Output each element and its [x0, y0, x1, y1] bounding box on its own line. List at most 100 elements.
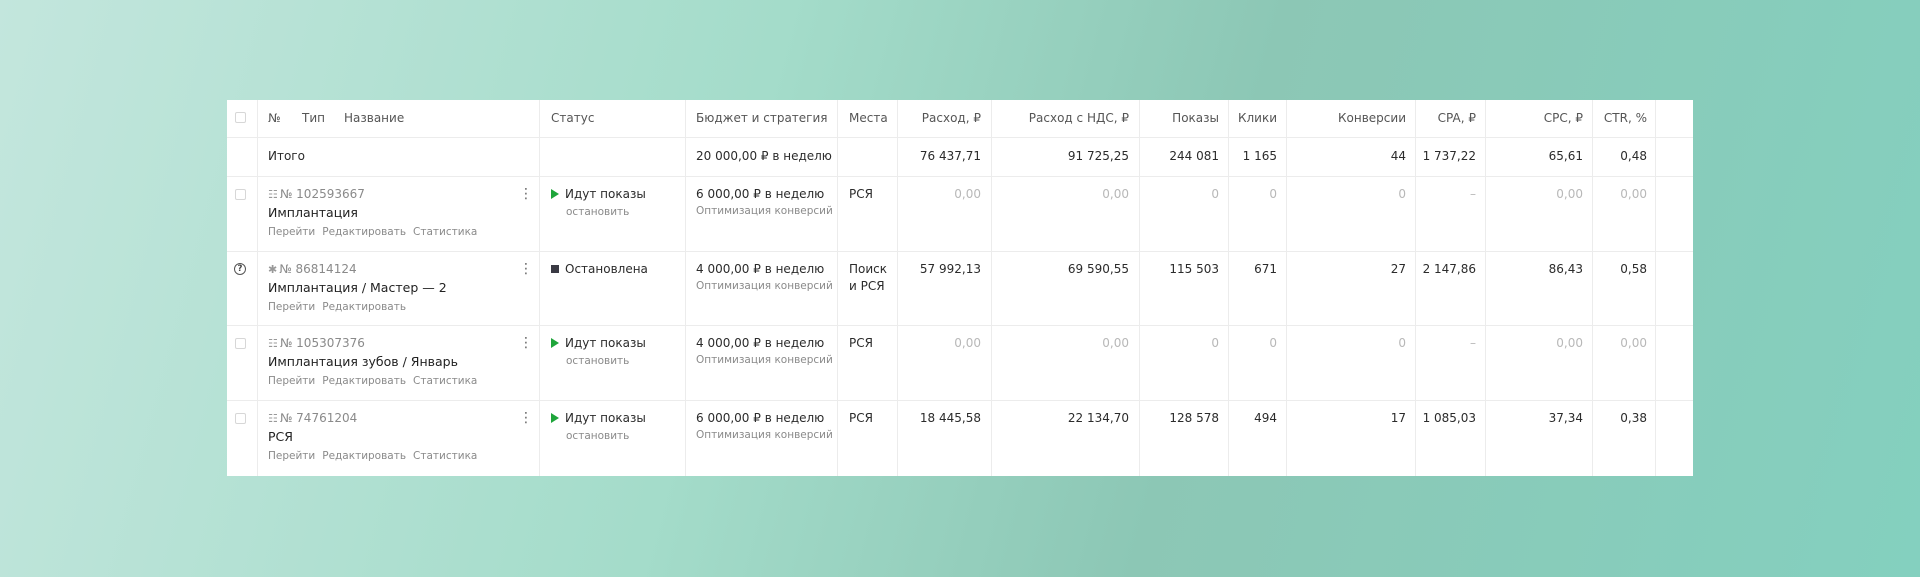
header-num[interactable]: № [268, 110, 280, 127]
status: Остановлена [551, 261, 648, 278]
cpc: 0,00 [1556, 187, 1583, 201]
header-name[interactable]: Название [344, 110, 404, 127]
ctr: 0,00 [1620, 336, 1647, 350]
total-spend: 76 437,71 [919, 149, 981, 163]
total-label: Итого [268, 149, 305, 163]
places-line-2: и РСЯ [849, 279, 885, 293]
conversions: 0 [1398, 187, 1406, 201]
header-conversions[interactable]: Конверсии [1286, 110, 1406, 127]
campaign-name[interactable]: Имплантация [268, 204, 358, 222]
campaign-links: Перейти Редактировать Статистика [268, 223, 484, 241]
spend: 0,00 [954, 187, 981, 201]
campaign-name[interactable]: РСЯ [268, 428, 293, 446]
spend: 57 992,13 [919, 262, 981, 276]
row-checkbox[interactable] [235, 338, 246, 349]
status-text: Идут показы [565, 336, 646, 350]
campaign-id-text: № 105307376 [279, 336, 365, 350]
stopped-icon [551, 265, 559, 273]
link-stats[interactable]: Статистика [413, 226, 477, 238]
strategy: Оптимизация конверсий [696, 429, 833, 441]
cpa: 2 147,86 [1422, 262, 1476, 276]
shows: 0 [1211, 187, 1219, 201]
budget: 4 000,00 ₽ в неделю [696, 336, 825, 350]
status: Идут показы [551, 186, 646, 203]
row-checkbox[interactable] [235, 189, 246, 200]
select-all-checkbox[interactable] [235, 112, 246, 123]
table-row[interactable]: ☷ № 102593667 ⋮ Имплантация Перейти Редакт… [227, 177, 1693, 251]
spend-vat: 0,00 [1102, 187, 1129, 201]
link-edit[interactable]: Редактировать [322, 375, 406, 387]
link-stats[interactable]: Статистика [413, 375, 477, 387]
campaign-id-text: № 74761204 [279, 411, 358, 425]
header-ctr[interactable]: CTR, % [1592, 110, 1647, 127]
header-budget[interactable]: Бюджет и стратегия [696, 110, 828, 127]
places: РСЯ [849, 187, 873, 201]
status: Идут показы [551, 335, 646, 352]
more-options-icon[interactable]: ⋮ [519, 262, 533, 276]
header-cpa[interactable]: CPA, ₽ [1415, 110, 1476, 127]
shows: 115 503 [1169, 262, 1219, 276]
conversions: 17 [1390, 411, 1406, 425]
places: Поиск [849, 262, 888, 276]
status-text: Идут показы [565, 411, 646, 425]
header-clicks[interactable]: Клики [1228, 110, 1277, 127]
total-shows: 244 081 [1169, 149, 1219, 163]
link-edit[interactable]: Редактировать [322, 226, 406, 238]
link-edit[interactable]: Редактировать [322, 450, 406, 462]
campaign-id: ☷ № 74761204 [268, 410, 357, 427]
header-spend[interactable]: Расход, ₽ [897, 110, 981, 127]
places: РСЯ [849, 336, 873, 350]
cpa: – [1470, 336, 1476, 350]
total-cpc: 65,61 [1548, 149, 1583, 163]
spend: 18 445,58 [919, 411, 981, 425]
campaign-id-text: № 102593667 [279, 187, 365, 201]
campaign-name[interactable]: Имплантация зубов / Январь [268, 353, 458, 371]
link-open[interactable]: Перейти [268, 375, 315, 387]
clicks: 494 [1254, 411, 1277, 425]
stop-action[interactable]: остановить [566, 354, 629, 368]
total-clicks: 1 165 [1242, 149, 1277, 163]
campaign-id: ☷ № 105307376 [268, 335, 365, 352]
spend: 0,00 [954, 336, 981, 350]
help-icon[interactable]: ? [234, 263, 246, 275]
total-budget: 20 000,00 ₽ в неделю [696, 149, 832, 163]
campaign-links: Перейти Редактировать Статистика [268, 372, 484, 390]
budget: 4 000,00 ₽ в неделю [696, 262, 825, 276]
campaign-name[interactable]: Имплантация / Мастер — 2 [268, 279, 447, 297]
conversions: 0 [1398, 336, 1406, 350]
text-ad-icon: ☷ [268, 337, 278, 350]
header-spend-vat[interactable]: Расход с НДС, ₽ [991, 110, 1129, 127]
table-header: № Тип Название Статус Бюджет и стратегия… [227, 100, 1693, 137]
link-open[interactable]: Перейти [268, 301, 315, 313]
more-options-icon[interactable]: ⋮ [519, 411, 533, 425]
total-ctr: 0,48 [1620, 149, 1647, 163]
header-type[interactable]: Тип [302, 110, 325, 127]
play-icon [551, 338, 559, 348]
header-status[interactable]: Статус [551, 110, 594, 127]
row-checkbox[interactable] [235, 413, 246, 424]
header-cpc[interactable]: CPC, ₽ [1485, 110, 1583, 127]
campaign-links: Перейти Редактировать [268, 298, 413, 316]
more-options-icon[interactable]: ⋮ [519, 336, 533, 350]
ctr: 0,00 [1620, 187, 1647, 201]
shows: 128 578 [1169, 411, 1219, 425]
stop-action[interactable]: остановить [566, 205, 629, 219]
total-spend-vat: 91 725,25 [1067, 149, 1129, 163]
link-open[interactable]: Перейти [268, 450, 315, 462]
link-open[interactable]: Перейти [268, 226, 315, 238]
header-places[interactable]: Места [849, 110, 888, 127]
table-row[interactable]: ? ✱ № 86814124 ⋮ Имплантация / Мастер — 2… [227, 252, 1693, 325]
link-edit[interactable]: Редактировать [322, 301, 406, 313]
more-options-icon[interactable]: ⋮ [519, 187, 533, 201]
stop-action[interactable]: остановить [566, 429, 629, 443]
budget: 6 000,00 ₽ в неделю [696, 187, 825, 201]
campaigns-table: № Тип Название Статус Бюджет и стратегия… [227, 100, 1693, 476]
play-icon [551, 189, 559, 199]
table-row[interactable]: ☷ № 74761204 ⋮ РСЯ Перейти Редактировать Ст… [227, 401, 1693, 476]
campaign-links: Перейти Редактировать Статистика [268, 447, 484, 465]
table-row[interactable]: ☷ № 105307376 ⋮ Имплантация зубов / Январ… [227, 326, 1693, 400]
link-stats[interactable]: Статистика [413, 450, 477, 462]
ctr: 0,58 [1620, 262, 1647, 276]
clicks: 671 [1254, 262, 1277, 276]
header-shows[interactable]: Показы [1139, 110, 1219, 127]
